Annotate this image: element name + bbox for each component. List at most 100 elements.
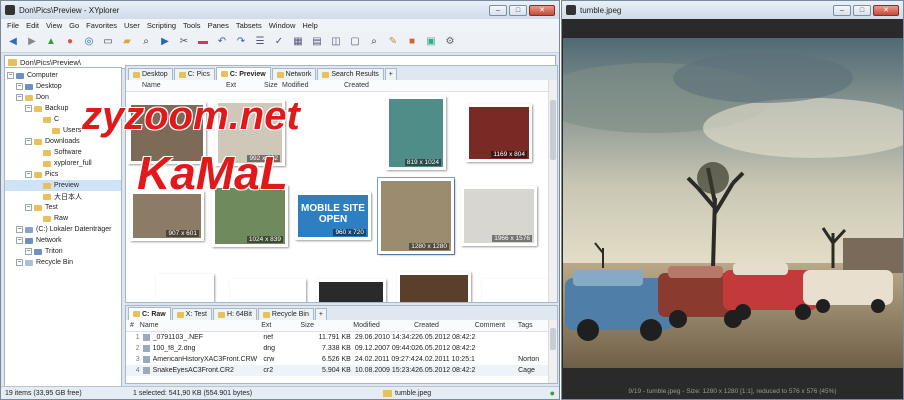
thumbnail[interactable] (478, 260, 548, 302)
tab-search-results[interactable]: Search Results (317, 68, 384, 80)
column-name[interactable]: Name (126, 82, 226, 89)
tab-network[interactable]: Network (271, 68, 317, 80)
expand-icon[interactable]: – (25, 171, 32, 178)
menu-user[interactable]: User (124, 21, 140, 30)
tree-item[interactable]: 大日本人 (5, 191, 121, 202)
zoom-icon[interactable]: ⌕ (366, 34, 382, 50)
undo-icon[interactable]: ↶ (214, 34, 230, 50)
list-view-icon[interactable]: ☰ (252, 34, 268, 50)
column-created[interactable]: Created (344, 82, 404, 89)
column-size[interactable]: Size (264, 82, 282, 89)
tree-item[interactable]: – Computer (5, 70, 121, 81)
tab-recycle-bin[interactable]: Recycle Bin (257, 308, 314, 320)
dual-pane-icon[interactable]: ◫ (328, 34, 344, 50)
tree-item[interactable]: xyplorer_full (5, 158, 121, 169)
eraser-icon[interactable]: ▬ (195, 34, 211, 50)
check-icon[interactable]: ✓ (271, 34, 287, 50)
search-icon[interactable]: ⌕ (138, 34, 154, 50)
catalog-icon[interactable]: ▣ (423, 34, 439, 50)
up-icon[interactable]: ▲ (43, 34, 59, 50)
tab-h-64bit[interactable]: H: 64Bit (213, 308, 257, 320)
menu-panes[interactable]: Panes (208, 21, 229, 30)
tree-item[interactable]: – Network (5, 235, 121, 246)
menu-tools[interactable]: Tools (183, 21, 201, 30)
back-icon[interactable]: ◀ (5, 34, 21, 50)
menu-help[interactable]: Help (302, 21, 317, 30)
expand-icon[interactable]: – (16, 237, 23, 244)
thumbnail[interactable]: 1966 x 1576 (460, 177, 538, 255)
favorites-icon[interactable]: ● (62, 34, 78, 50)
menu-view[interactable]: View (46, 21, 62, 30)
panes-icon[interactable]: ▤ (309, 34, 325, 50)
table-row[interactable]: 1 _0791103_.NEF nef 11.791 KB 29.06.2010 14:… (126, 332, 557, 343)
new-tab-button[interactable]: + (384, 68, 397, 80)
bottom-scrollbar[interactable] (548, 320, 557, 383)
column-comment[interactable]: Comment (475, 322, 518, 329)
thumbnail[interactable] (312, 260, 390, 302)
column-index[interactable]: # (126, 322, 140, 329)
expand-icon[interactable]: – (16, 83, 23, 90)
new-tab-button[interactable]: + (314, 308, 327, 320)
menu-tabsets[interactable]: Tabsets (236, 21, 262, 30)
new-folder-icon[interactable]: ▰ (119, 34, 135, 50)
thumbnail[interactable]: MOBILE SITE OPEN 960 x 720 (294, 177, 372, 255)
expand-icon[interactable]: – (25, 248, 32, 255)
close-button[interactable]: ✕ (529, 4, 555, 16)
one-pane-icon[interactable]: ▢ (347, 34, 363, 50)
target-icon[interactable]: ◎ (81, 34, 97, 50)
table-row[interactable]: 4 SnakeEyesAC3Front.CR2 cr2 5.904 KB 10.08.2… (126, 365, 557, 376)
menu-go[interactable]: Go (69, 21, 79, 30)
column-ext[interactable]: Ext (226, 82, 264, 89)
tab-c-raw[interactable]: C: Raw (128, 307, 171, 320)
play-icon[interactable]: ▶ (157, 34, 173, 50)
column-modified[interactable]: Modified (353, 322, 414, 329)
menu-scripting[interactable]: Scripting (147, 21, 176, 30)
thumbnail[interactable] (395, 260, 473, 302)
column-name[interactable]: Name (140, 322, 261, 329)
menu-file[interactable]: File (7, 21, 19, 30)
thumbnail[interactable]: 1169 x 804 (460, 94, 538, 172)
tree-item[interactable]: – Recycle Bin (5, 257, 121, 268)
expand-icon[interactable]: – (25, 204, 32, 211)
expand-icon[interactable]: – (25, 105, 32, 112)
layout-icon[interactable]: ▦ (290, 34, 306, 50)
tab-c-pics[interactable]: C: Pics (173, 68, 215, 80)
thumbnail[interactable]: 819 x 1024 (377, 94, 455, 172)
tree-item[interactable]: – Pics (5, 169, 121, 180)
redo-icon[interactable]: ↷ (233, 34, 249, 50)
column-ext[interactable]: Ext (261, 322, 300, 329)
cut-icon[interactable]: ✂ (176, 34, 192, 50)
column-size[interactable]: Size (300, 322, 353, 329)
menu-window[interactable]: Window (269, 21, 296, 30)
settings-icon[interactable]: ⚙ (442, 34, 458, 50)
tree-item[interactable]: Raw (5, 213, 121, 224)
tree-item[interactable]: Preview (5, 180, 121, 191)
tab-c-preview[interactable]: C: Preview (215, 67, 271, 80)
tools-icon[interactable]: ✎ (385, 34, 401, 50)
top-scrollbar[interactable] (548, 80, 557, 302)
thumbnail[interactable] (146, 260, 224, 302)
tab-x-test[interactable]: X: Test (171, 308, 213, 320)
maximize-button[interactable]: □ (509, 4, 527, 16)
expand-icon[interactable]: – (7, 72, 14, 79)
viewer-minimize-button[interactable]: – (833, 4, 851, 16)
column-modified[interactable]: Modified (282, 82, 344, 89)
tree-item[interactable]: – Test (5, 202, 121, 213)
tree-item[interactable]: – (C:) Lokaler Datenträger (5, 224, 121, 235)
expand-icon[interactable]: – (16, 259, 23, 266)
column-created[interactable]: Created (414, 322, 475, 329)
table-row[interactable]: 3 AmericanHistoryXAC3Front.CRW crw 6.526 KB… (126, 354, 557, 365)
expand-icon[interactable]: – (16, 94, 23, 101)
expand-icon[interactable]: – (25, 138, 32, 145)
menu-edit[interactable]: Edit (26, 21, 39, 30)
minimize-button[interactable]: – (489, 4, 507, 16)
menu-favorites[interactable]: Favorites (86, 21, 117, 30)
briefcase-icon[interactable]: ■ (404, 34, 420, 50)
expand-icon[interactable]: – (16, 226, 23, 233)
tree-item[interactable]: Software (5, 147, 121, 158)
thumbnail[interactable]: 1280 x 1280 (377, 177, 455, 255)
forward-icon[interactable]: ▶ (24, 34, 40, 50)
tab-desktop[interactable]: Desktop (128, 68, 173, 80)
tree-item[interactable]: – Triton (5, 246, 121, 257)
viewer-maximize-button[interactable]: □ (853, 4, 871, 16)
